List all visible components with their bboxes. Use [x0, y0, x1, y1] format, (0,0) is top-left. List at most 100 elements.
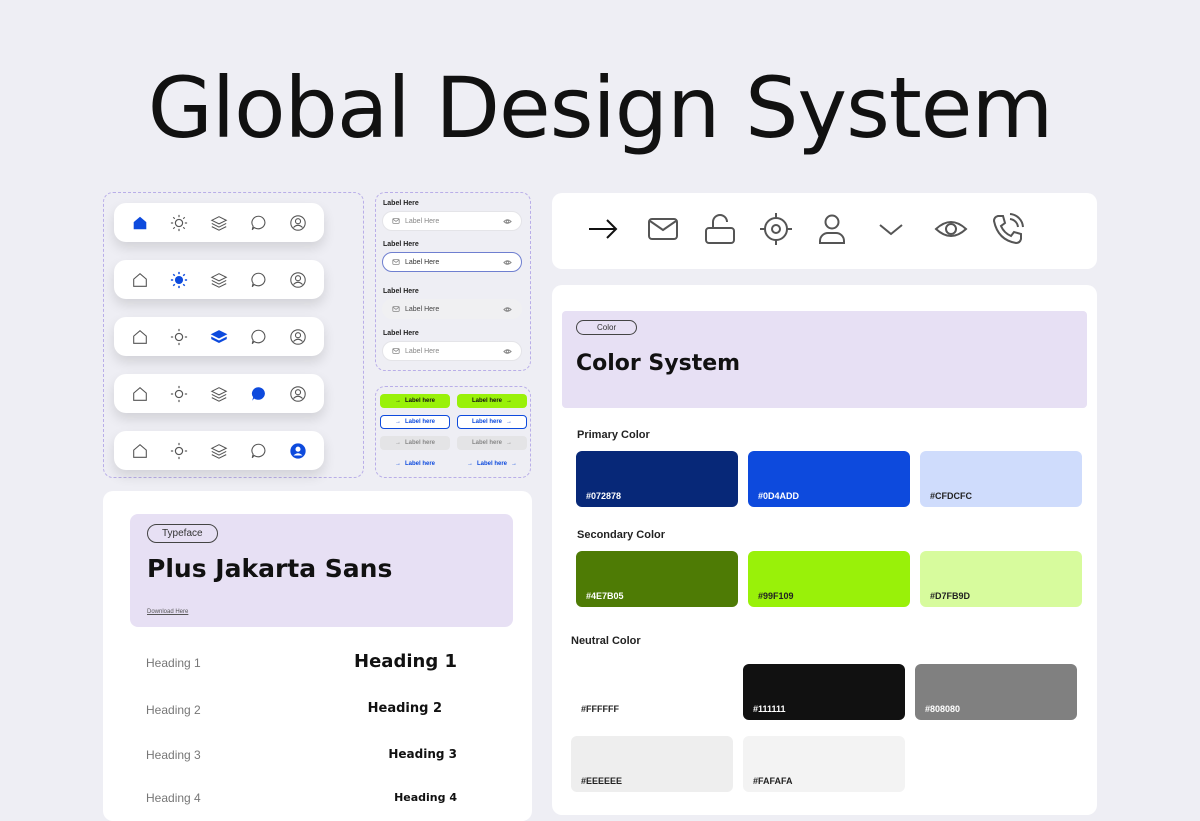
outline-button[interactable]: → Label here — [380, 415, 450, 429]
mail-icon — [392, 348, 400, 354]
home-icon[interactable] — [131, 214, 149, 232]
user-circle-icon[interactable] — [289, 442, 307, 460]
user-circle-icon[interactable] — [289, 214, 307, 232]
arrow-right-icon: → — [394, 419, 401, 425]
chat-icon[interactable] — [250, 271, 268, 289]
arrow-right-icon: → — [394, 398, 401, 404]
target-icon[interactable] — [758, 211, 794, 247]
sun-icon[interactable] — [170, 214, 188, 232]
button-label: Label here — [471, 440, 502, 446]
eye-icon[interactable] — [503, 305, 512, 314]
phone-icon[interactable] — [990, 211, 1026, 247]
chat-icon[interactable] — [250, 214, 268, 232]
heading-1-sample: Heading 1 — [354, 651, 457, 672]
hex-code: #CFDCFC — [930, 491, 972, 501]
heading-2-sample: Heading 2 — [367, 701, 442, 716]
layers-icon[interactable] — [210, 271, 228, 289]
heading-2-label: Heading 2 — [146, 703, 201, 717]
eye-icon[interactable] — [933, 211, 969, 247]
home-icon[interactable] — [131, 271, 149, 289]
typeface-banner: Typeface Plus Jakarta Sans Download Here — [130, 514, 513, 627]
neutral-color-label: Neutral Color — [571, 635, 641, 647]
button-label: Label here — [404, 461, 435, 467]
sun-icon[interactable] — [170, 442, 188, 460]
button-label: Label here — [404, 419, 435, 425]
user-icon[interactable] — [814, 211, 850, 247]
outline-button[interactable]: Label here → — [457, 415, 527, 429]
chat-icon[interactable] — [250, 385, 268, 403]
user-circle-icon[interactable] — [289, 271, 307, 289]
chat-icon[interactable] — [250, 328, 268, 346]
buttons-panel: → Label here Label here → → Label here Labe… — [375, 386, 531, 478]
home-icon[interactable] — [131, 385, 149, 403]
hex-code: #808080 — [925, 704, 961, 714]
home-icon[interactable] — [131, 328, 149, 346]
button-label: Label here — [404, 398, 435, 404]
color-banner: Color Color System — [562, 311, 1087, 408]
text-input-filled[interactable]: Label Here — [382, 299, 522, 319]
primary-button[interactable]: Label here → — [457, 394, 527, 408]
sun-icon[interactable] — [170, 385, 188, 403]
color-swatch-secondary[interactable]: #99F109 — [748, 551, 910, 607]
bottom-navbar-home-active — [114, 203, 324, 242]
input-label: Label Here — [383, 241, 419, 248]
color-system-title: Color System — [576, 351, 741, 376]
color-swatch-primary[interactable]: #0D4ADD — [748, 451, 910, 507]
text-button[interactable]: → Label here — [380, 457, 450, 471]
layers-icon[interactable] — [210, 328, 228, 346]
chevron-down-icon[interactable] — [873, 211, 909, 247]
mail-icon[interactable] — [645, 211, 681, 247]
mail-icon — [392, 218, 400, 224]
typeface-name: Plus Jakarta Sans — [147, 554, 393, 583]
hex-code: #072878 — [586, 491, 622, 501]
color-swatch-primary-dark[interactable]: #072878 — [576, 451, 738, 507]
hex-code: #FFFFFF — [581, 704, 619, 714]
color-swatch-off-white[interactable]: #FAFAFA — [743, 736, 905, 792]
color-swatch-white[interactable]: #FFFFFF — [571, 664, 733, 720]
input-label: Label Here — [383, 200, 419, 207]
disabled-button[interactable]: → Label here — [380, 436, 450, 450]
color-swatch-primary-light[interactable]: #CFDCFC — [920, 451, 1082, 507]
primary-button[interactable]: → Label here — [380, 394, 450, 408]
download-link[interactable]: Download Here — [147, 609, 188, 615]
hex-code: #D7FB9D — [930, 591, 971, 601]
button-label: Label here — [471, 419, 502, 425]
layers-icon[interactable] — [210, 214, 228, 232]
primary-color-label: Primary Color — [577, 429, 650, 441]
input-placeholder: Label Here — [405, 347, 440, 355]
color-swatch-light-gray[interactable]: #EEEEEE — [571, 736, 733, 792]
color-swatch-black[interactable]: #111111 — [743, 664, 905, 720]
button-label: Label here — [471, 398, 502, 404]
eye-icon[interactable] — [503, 217, 512, 226]
mail-icon — [392, 259, 400, 265]
layers-icon[interactable] — [210, 385, 228, 403]
text-input-focused[interactable]: Label Here — [382, 252, 522, 272]
disabled-button[interactable]: Label here → — [457, 436, 527, 450]
eye-icon[interactable] — [503, 347, 512, 356]
text-input-default[interactable]: Label Here — [382, 211, 522, 231]
heading-3-label: Heading 3 — [146, 748, 201, 762]
text-input-default[interactable]: Label Here — [382, 341, 522, 361]
layers-icon[interactable] — [210, 442, 228, 460]
user-circle-icon[interactable] — [289, 385, 307, 403]
user-circle-icon[interactable] — [289, 328, 307, 346]
color-swatch-gray[interactable]: #808080 — [915, 664, 1077, 720]
sun-icon[interactable] — [170, 271, 188, 289]
sun-icon[interactable] — [170, 328, 188, 346]
color-swatch-secondary-light[interactable]: #D7FB9D — [920, 551, 1082, 607]
text-button[interactable]: → Label here → — [457, 457, 527, 471]
mail-icon — [392, 306, 400, 312]
lock-open-icon[interactable] — [702, 211, 738, 247]
home-icon[interactable] — [131, 442, 149, 460]
eye-icon[interactable] — [503, 258, 512, 267]
button-label: Label here — [476, 461, 507, 467]
hex-code: #99F109 — [758, 591, 794, 601]
input-placeholder: Label Here — [405, 258, 440, 266]
color-swatch-secondary-dark[interactable]: #4E7B05 — [576, 551, 738, 607]
heading-3-sample: Heading 3 — [388, 747, 457, 761]
arrow-right-icon: → — [466, 461, 473, 467]
arrow-right-icon[interactable] — [585, 211, 621, 247]
input-placeholder: Label Here — [405, 305, 440, 313]
arrow-right-icon: → — [394, 440, 401, 446]
chat-icon[interactable] — [250, 442, 268, 460]
